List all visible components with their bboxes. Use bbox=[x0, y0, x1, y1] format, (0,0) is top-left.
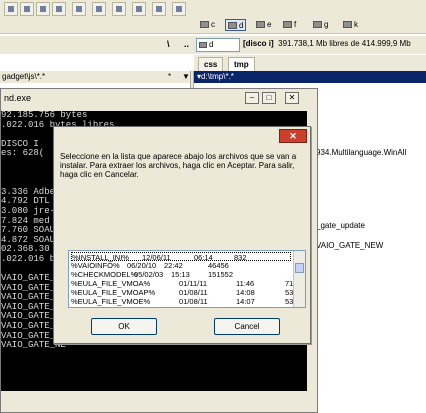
ok-button[interactable]: OK bbox=[91, 318, 157, 335]
right-path-bar: ▾d:\tmp\*.* bbox=[194, 71, 426, 83]
console-title: nd.exe bbox=[4, 93, 32, 103]
drive-button-k[interactable]: k bbox=[343, 19, 358, 31]
root-dir-button[interactable]: \ bbox=[167, 39, 170, 49]
disk-label: [disco i] bbox=[243, 39, 274, 48]
dialog-message: Seleccione en la lista que aparece abajo… bbox=[60, 152, 297, 179]
drive-select[interactable]: d bbox=[196, 38, 240, 52]
drive-info-bar: \ .. d [disco i] 391.738,1 Mb libres de … bbox=[0, 36, 426, 54]
left-path-bar: gadget\js\*.* * ▼ bbox=[0, 71, 190, 83]
toolbar-button[interactable] bbox=[132, 2, 146, 16]
drive-icon bbox=[199, 42, 207, 48]
file-list-row[interactable]: %EULA_FILE_VMOA% 01/11/11 11:46 71 bbox=[71, 279, 293, 288]
file-list-row[interactable]: %VAIOINFO% 06/20/10 22:42 46456 bbox=[71, 261, 291, 270]
disk-free-space: 391.738,1 Mb libres de 414.999,9 Mb bbox=[278, 39, 411, 48]
drive-icon bbox=[228, 22, 237, 29]
parent-dir-button[interactable]: .. bbox=[184, 39, 189, 49]
drive-button-e[interactable]: e bbox=[256, 19, 271, 31]
toolbar-button[interactable] bbox=[4, 2, 18, 16]
drive-icon bbox=[343, 21, 352, 28]
left-path-text: gadget\js\*.* bbox=[2, 72, 46, 81]
close-button[interactable]: ✕ bbox=[285, 92, 299, 104]
maximize-button[interactable]: □ bbox=[262, 92, 276, 104]
dialog-close-button[interactable]: ✕ bbox=[279, 129, 307, 143]
tab-css[interactable]: css bbox=[198, 57, 224, 71]
history-button[interactable]: * bbox=[168, 71, 171, 83]
drive-button-f[interactable]: f bbox=[283, 19, 296, 31]
file-list-row[interactable]: %INSTALL_INI% 12/06/11 06:14 832 bbox=[71, 252, 291, 262]
drive-button-g[interactable]: g bbox=[313, 19, 328, 31]
drive-button-d[interactable]: d bbox=[225, 19, 247, 31]
disk-info: [disco i] 391.738,1 Mb libres de 414.999… bbox=[243, 39, 411, 48]
toolbar-button[interactable] bbox=[92, 2, 106, 16]
toolbar-button[interactable] bbox=[72, 2, 86, 16]
file-manager-toolbar: c d e f g k bbox=[0, 0, 426, 34]
scrollbar-thumb[interactable] bbox=[295, 263, 304, 273]
tab-tmp[interactable]: tmp bbox=[228, 57, 255, 71]
file-list-row[interactable]: %CHECKMODEL% 05/02/03 15:13 151552 bbox=[71, 270, 291, 279]
right-file-item[interactable]: VAIO_GATE_NEW bbox=[316, 241, 383, 250]
history-dropdown[interactable]: ▼ bbox=[182, 71, 190, 83]
file-list-row[interactable]: %EULA_FILE_VMOAP% 01/08/11 14:08 53 bbox=[71, 288, 293, 297]
file-list-row[interactable]: %EULA_FILE_VMOE% 01/08/11 14:07 53 bbox=[71, 297, 293, 306]
drive-button-c[interactable]: c bbox=[200, 19, 215, 31]
drive-icon bbox=[256, 21, 265, 28]
minimize-button[interactable]: – bbox=[245, 92, 259, 104]
drive-icon bbox=[313, 21, 322, 28]
drive-icon bbox=[283, 21, 292, 28]
toolbar-button[interactable] bbox=[112, 2, 126, 16]
cancel-button[interactable]: Cancel bbox=[214, 318, 280, 335]
toolbar-button[interactable] bbox=[52, 2, 66, 16]
right-file-item[interactable]: 934.Multilanguage.WinAll bbox=[316, 148, 406, 157]
toolbar-button[interactable] bbox=[20, 2, 34, 16]
console-titlebar[interactable]: nd.exe – □ ✕ bbox=[1, 89, 317, 107]
right-file-item[interactable]: _gate_update bbox=[316, 221, 365, 230]
toolbar-button[interactable] bbox=[172, 2, 186, 16]
toolbar-button[interactable] bbox=[152, 2, 166, 16]
file-list[interactable]: %INSTALL_INI% 12/06/11 06:14 832 %VAIOIN… bbox=[68, 250, 306, 308]
toolbar-button[interactable] bbox=[36, 2, 50, 16]
folder-tabs: css tmp bbox=[194, 55, 426, 71]
extract-dialog: ✕ Seleccione en la lista que aparece aba… bbox=[53, 126, 311, 344]
drive-icon bbox=[200, 21, 209, 28]
file-list-scrollbar[interactable] bbox=[293, 251, 305, 307]
